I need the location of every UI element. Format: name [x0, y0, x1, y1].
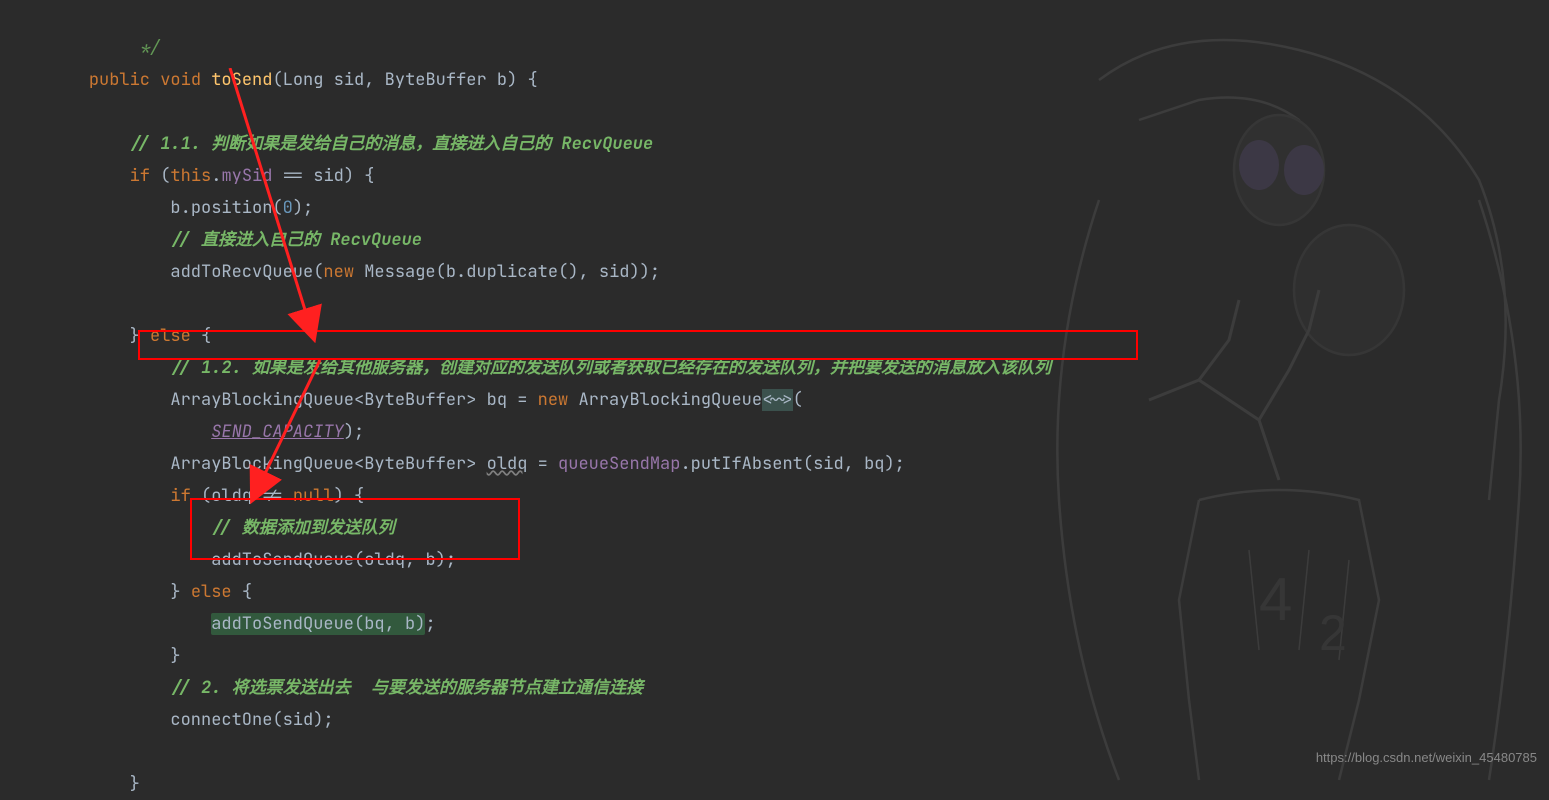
var: bq [864, 453, 884, 475]
type: ArrayBlockingQueue [578, 389, 762, 411]
keyword: else [191, 581, 232, 603]
keyword: if [170, 485, 190, 507]
var: sid [599, 261, 630, 283]
operator: == [272, 165, 313, 187]
type: Message [364, 261, 435, 283]
var: sid [813, 453, 844, 475]
param-type: ByteBuffer [385, 69, 487, 91]
field: mySid [221, 165, 272, 187]
var: b [405, 613, 415, 635]
var: bq [487, 389, 507, 411]
method-call: addToSendQueue [211, 613, 354, 635]
operator: != [252, 485, 293, 507]
field: queueSendMap [558, 453, 680, 475]
var: sid [283, 709, 314, 731]
type: ArrayBlockingQueue [170, 453, 354, 475]
var: sid [313, 165, 344, 187]
comment: // 数据添加到发送队列 [211, 517, 395, 539]
watermark: https://blog.csdn.net/weixin_45480785 [1316, 742, 1537, 774]
keyword: public [89, 69, 150, 91]
method-call: connectOne [170, 709, 272, 731]
method-name: toSend [211, 69, 272, 91]
comment: // 1.2. 如果是发给其他服务器，创建对应的发送队列或者获取已经存在的发送队… [170, 357, 1051, 379]
method-call: position [191, 197, 273, 219]
var: oldq [487, 453, 528, 475]
var: b [170, 197, 180, 219]
var: b [425, 549, 435, 571]
var: oldq [211, 485, 252, 507]
method-call: addToRecvQueue [170, 261, 313, 283]
var: b [446, 261, 456, 283]
comment: // 2. 将选票发送出去 与要发送的服务器节点建立通信连接 [170, 677, 643, 699]
comment: // 直接进入自己的 RecvQueue [170, 229, 422, 251]
keyword: null [293, 485, 334, 507]
type: ArrayBlockingQueue [170, 389, 354, 411]
var: oldq [364, 549, 405, 571]
method-call: duplicate [466, 261, 558, 283]
method-call: addToSendQueue [211, 549, 354, 571]
highlighted-call: addToSendQueue(bq, b) [211, 613, 425, 635]
number: 0 [283, 197, 293, 219]
keyword: if [130, 165, 150, 187]
code-editor[interactable]: */ public void toSend(Long sid, ByteBuff… [0, 0, 1549, 800]
param-type: Long [283, 69, 324, 91]
param: b [497, 69, 507, 91]
constant: SEND_CAPACITY [211, 421, 344, 443]
keyword: else [150, 325, 191, 347]
type: ByteBuffer [364, 453, 466, 475]
keyword: new [323, 261, 354, 283]
method-call: putIfAbsent [691, 453, 803, 475]
param: sid [334, 69, 365, 91]
keyword: new [538, 389, 569, 411]
type: ByteBuffer [364, 389, 466, 411]
comment: // 1.1. 判断如果是发给自己的消息，直接进入自己的 RecvQueue [130, 133, 654, 155]
var: bq [364, 613, 384, 635]
this-keyword: this [170, 165, 211, 187]
comment: */ [48, 37, 160, 59]
generic: <~> [762, 389, 793, 411]
keyword: void [160, 69, 201, 91]
